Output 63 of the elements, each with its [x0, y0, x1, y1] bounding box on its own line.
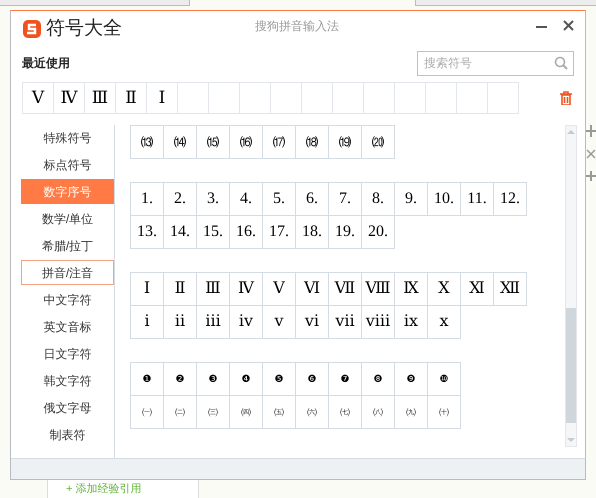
- category-tab[interactable]: 希腊/拉丁: [21, 233, 114, 258]
- category-tab[interactable]: 制表符: [21, 422, 114, 447]
- symbol-cell[interactable]: ㈠: [130, 395, 164, 429]
- category-tab[interactable]: 中文字符: [21, 287, 114, 312]
- symbol-cell[interactable]: 9.: [394, 182, 428, 216]
- category-tab[interactable]: 英文音标: [21, 314, 114, 339]
- recent-cell[interactable]: [456, 82, 488, 114]
- symbol-cell[interactable]: ⒆: [328, 125, 362, 159]
- symbol-cell[interactable]: ⅹ: [427, 305, 461, 339]
- symbol-cell[interactable]: ⒂: [196, 125, 230, 159]
- recent-cell[interactable]: Ⅰ: [146, 82, 178, 114]
- symbol-cell[interactable]: 20.: [361, 215, 395, 249]
- symbol-cell[interactable]: ⒁: [163, 125, 197, 159]
- recent-cell[interactable]: [208, 82, 240, 114]
- scrollbar[interactable]: [565, 125, 577, 447]
- recent-cell[interactable]: [332, 82, 364, 114]
- category-tab[interactable]: 日文字符: [21, 341, 114, 366]
- recent-cell[interactable]: Ⅲ: [84, 82, 116, 114]
- symbol-cell[interactable]: Ⅺ: [460, 272, 494, 306]
- category-tab[interactable]: 拼音/注音: [21, 260, 114, 285]
- recent-cell[interactable]: [487, 82, 519, 114]
- scroll-thumb[interactable]: [566, 308, 576, 423]
- recent-cell[interactable]: [270, 82, 302, 114]
- category-tab[interactable]: 俄文字母: [21, 395, 114, 420]
- symbol-cell[interactable]: ⒅: [295, 125, 329, 159]
- window-subtitle: 搜狗拼音输入法: [255, 18, 339, 35]
- recent-cell[interactable]: [425, 82, 457, 114]
- move-icon[interactable]: [586, 125, 596, 137]
- search-icon[interactable]: [554, 56, 568, 70]
- symbol-cell[interactable]: ⒄: [262, 125, 296, 159]
- search-field[interactable]: 搜索符号: [417, 50, 574, 76]
- symbol-cell[interactable]: 11.: [460, 182, 494, 216]
- symbol-cell[interactable]: 1.: [130, 182, 164, 216]
- recent-cell[interactable]: [301, 82, 333, 114]
- symbol-cell[interactable]: Ⅰ: [130, 272, 164, 306]
- recent-cell[interactable]: [239, 82, 271, 114]
- recent-cell[interactable]: [394, 82, 426, 114]
- section-title: 最近使用: [22, 55, 70, 72]
- symbol-cell[interactable]: ❿: [427, 362, 461, 396]
- symbol-cell[interactable]: 13.: [130, 215, 164, 249]
- category-tab[interactable]: 韩文字符: [21, 368, 114, 393]
- close-icon[interactable]: [563, 20, 574, 31]
- recent-cell[interactable]: [363, 82, 395, 114]
- symbol-cell[interactable]: Ⅻ: [493, 272, 527, 306]
- symbol-cell[interactable]: ⒃: [229, 125, 263, 159]
- trash-icon[interactable]: [560, 91, 572, 105]
- symbol-cell[interactable]: 12.: [493, 182, 527, 216]
- recent-cell[interactable]: Ⅴ: [22, 82, 54, 114]
- window-title: 符号大全: [46, 16, 122, 41]
- recent-cell[interactable]: Ⅱ: [115, 82, 147, 114]
- category-tab[interactable]: 数学/单位: [21, 206, 114, 231]
- symbol-cell[interactable]: ⅰ: [130, 305, 164, 339]
- plus-icon[interactable]: [586, 171, 596, 181]
- symbol-cell[interactable]: ⒀: [130, 125, 164, 159]
- category-tab[interactable]: 标点符号: [21, 152, 114, 177]
- recent-cell[interactable]: [177, 82, 209, 114]
- symbol-cell[interactable]: 10.: [427, 182, 461, 216]
- category-tab[interactable]: 特殊符号: [21, 125, 114, 150]
- symbol-cell[interactable]: ㈩: [427, 395, 461, 429]
- symbol-cell[interactable]: ❶: [130, 362, 164, 396]
- symbol-cell[interactable]: ⒇: [361, 125, 395, 159]
- logo-icon: [22, 19, 42, 39]
- recent-cell[interactable]: Ⅳ: [53, 82, 85, 114]
